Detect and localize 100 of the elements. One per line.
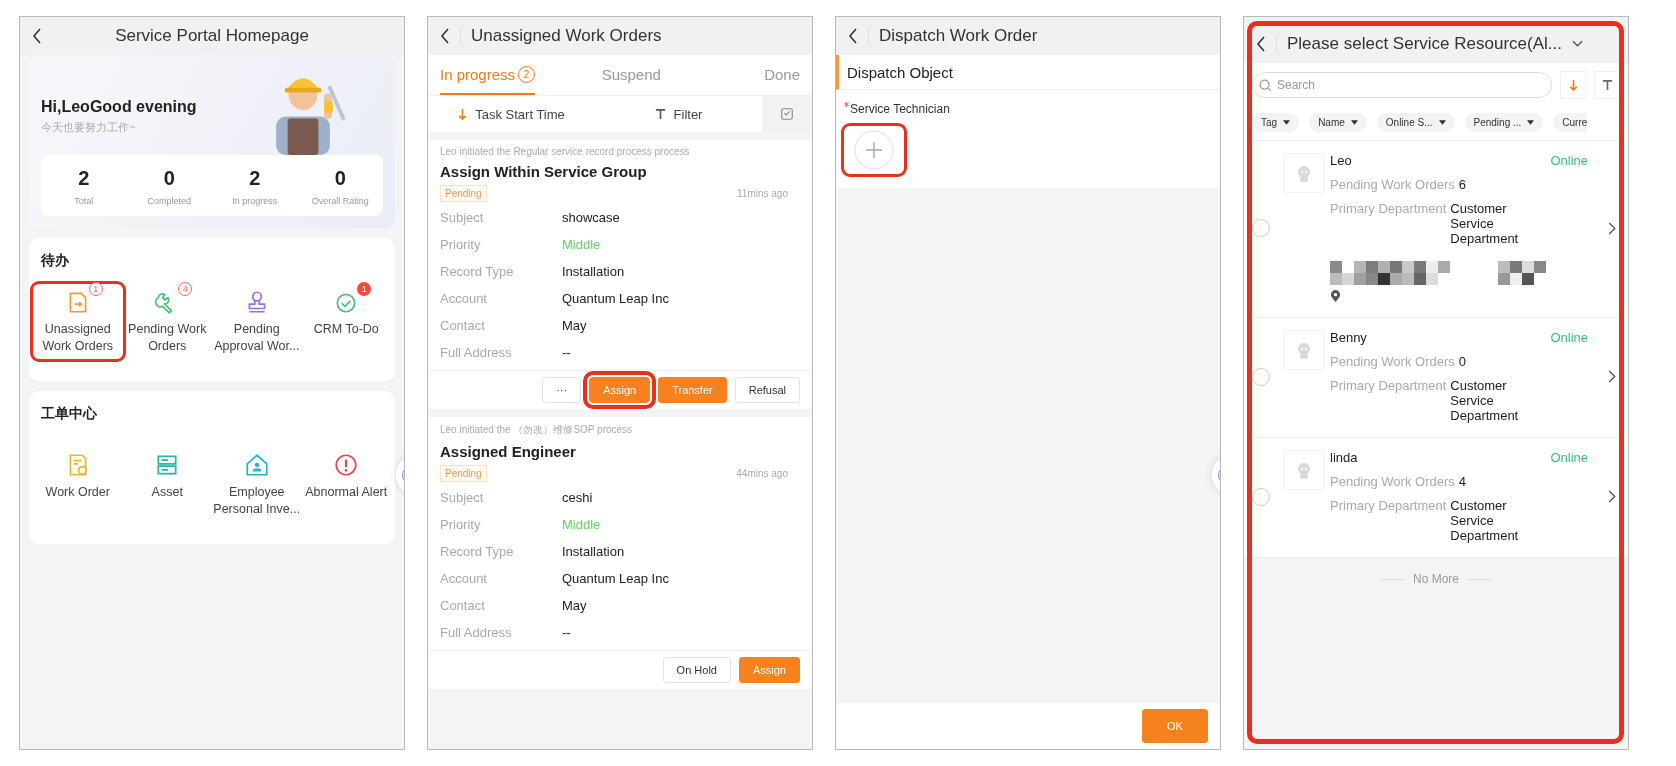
shortcut-tile[interactable]: 1 CRM To-Do	[301, 284, 391, 359]
count-badge: 1	[357, 282, 372, 296]
avatar	[1284, 450, 1324, 490]
field-label: Account	[440, 291, 488, 306]
status-tag: Pending	[440, 465, 487, 482]
field-value: Middle	[562, 237, 601, 252]
greeting-text: Hi,LeoGood evening	[41, 98, 197, 116]
filter-chip[interactable]: Curre	[1553, 113, 1588, 132]
status-text: Online	[1550, 450, 1588, 465]
field-value: Customer Service Department	[1450, 498, 1520, 543]
field-label: Contact	[440, 598, 486, 613]
avatar	[1284, 330, 1324, 370]
screen-title: Unassigned Work Orders	[471, 26, 662, 46]
back-icon[interactable]	[1256, 36, 1266, 52]
back-icon[interactable]	[32, 28, 42, 44]
arrow-down-icon	[1568, 78, 1578, 92]
filter-chip[interactable]: Tag	[1252, 113, 1300, 132]
status-text: Online	[1550, 330, 1588, 345]
action-button[interactable]: ···	[542, 377, 582, 403]
filter-chip[interactable]: Name	[1309, 113, 1367, 132]
avatar	[1284, 153, 1324, 193]
sort-button[interactable]	[1560, 71, 1586, 99]
filter-button[interactable]: Filter	[595, 106, 762, 122]
chevron-right-icon[interactable]	[1608, 370, 1616, 383]
stat-value: 0	[334, 167, 346, 190]
resource-name: Leo	[1330, 153, 1352, 168]
field-label: Account	[440, 571, 488, 586]
field-value: Installation	[562, 264, 625, 279]
field-value: showcase	[562, 210, 620, 225]
field-label: Pending Work Orders	[1330, 474, 1455, 489]
search-field[interactable]: Search	[1252, 72, 1552, 98]
shortcut-tile[interactable]: Pending Approval Wor...	[212, 284, 302, 359]
initiator-text: Leo initiated the Regular service record process process	[440, 146, 691, 157]
filter-chip[interactable]: Pending ...	[1464, 113, 1544, 132]
stat-value: 2	[249, 167, 261, 190]
initiator-text: Leo initiated the （勿改）维修SOP process	[440, 423, 634, 437]
filter-icon	[1601, 79, 1613, 91]
field-label: Pending Work Orders	[1330, 177, 1455, 192]
chevron-down-icon[interactable]	[1571, 40, 1583, 48]
section-title: 工单中心	[40, 404, 98, 423]
field-label: Record Type	[440, 264, 515, 279]
screen-title: Dispatch Work Order	[879, 26, 1038, 46]
field-value: Customer Service Department	[1450, 201, 1520, 246]
work-order-title: Assign Within Service Group	[440, 163, 648, 180]
count-badge: 4	[178, 282, 193, 296]
field-value: --	[562, 345, 571, 360]
field-label: Record Type	[440, 544, 515, 559]
dropdown-icon	[1527, 120, 1535, 125]
stat-value: 0	[163, 167, 175, 190]
sort-button[interactable]: Task Start Time	[428, 106, 595, 122]
field-label: Primary Department	[1330, 378, 1447, 395]
stat-label: In progress	[232, 196, 278, 206]
arrow-down-icon	[458, 107, 468, 121]
time-text: 11mins ago	[737, 188, 788, 199]
stat-value: 2	[78, 167, 90, 190]
field-value: Middle	[562, 517, 601, 532]
chevron-right-icon[interactable]	[1608, 490, 1616, 503]
list-end-text: No More	[1413, 572, 1459, 586]
back-icon[interactable]	[848, 28, 858, 44]
stat-label: Completed	[147, 196, 191, 206]
field-value: --	[562, 625, 571, 640]
field-label: Priority	[440, 237, 482, 252]
filter-button[interactable]	[1594, 71, 1620, 99]
field-label: Subject	[440, 210, 485, 225]
action-button[interactable]: On Hold	[662, 657, 731, 683]
field-label: Primary Department	[1330, 498, 1447, 515]
shortcut-tile[interactable]: Work Order	[33, 446, 123, 522]
work-order-title: Assigned Engineer	[440, 443, 577, 460]
field-value: Installation	[562, 544, 625, 559]
field-label: Contact	[440, 318, 486, 333]
search-icon	[1259, 79, 1272, 92]
section-title: 待办	[40, 252, 70, 270]
field-label: Subject	[440, 490, 485, 505]
stat-label: Overall Rating	[311, 196, 369, 206]
field-value: Quantum Leap Inc	[562, 571, 669, 586]
section-header: Dispatch Object	[836, 55, 1220, 90]
field-value: 6	[1458, 177, 1466, 192]
dropdown-icon	[1438, 120, 1446, 125]
shortcut-tile[interactable]: Abnormal Alert	[301, 446, 391, 522]
status-text: Online	[1550, 153, 1588, 168]
chevron-right-icon[interactable]	[1608, 221, 1616, 235]
greeting-subtitle: 今天也要努力工作~	[41, 120, 137, 135]
action-button[interactable]: Refusal	[734, 377, 800, 403]
field-value: May	[562, 318, 587, 333]
field-value: 4	[1458, 474, 1466, 489]
checkbox-icon	[780, 107, 794, 121]
filter-chip[interactable]: Online S...	[1376, 113, 1455, 132]
time-text: 44mins ago	[736, 468, 788, 479]
alert-icon	[333, 451, 360, 478]
shortcut-tile[interactable]: 1 Unassigned Work Orders	[33, 284, 123, 359]
back-icon[interactable]	[440, 28, 450, 44]
field-label: Primary Department	[1330, 201, 1447, 218]
dropdown-icon	[1350, 120, 1358, 125]
field-value: ceshi	[562, 490, 593, 505]
shortcut-tile[interactable]: Employee Personal Inve...	[212, 446, 302, 522]
field-value: May	[562, 598, 587, 613]
screen-title: Please select Service Resource(Al...	[1287, 34, 1562, 54]
field-label: Priority	[440, 517, 482, 532]
shortcut-tile[interactable]: Asset	[122, 446, 212, 522]
shortcut-tile[interactable]: 4 Pending Work Orders	[122, 284, 212, 359]
